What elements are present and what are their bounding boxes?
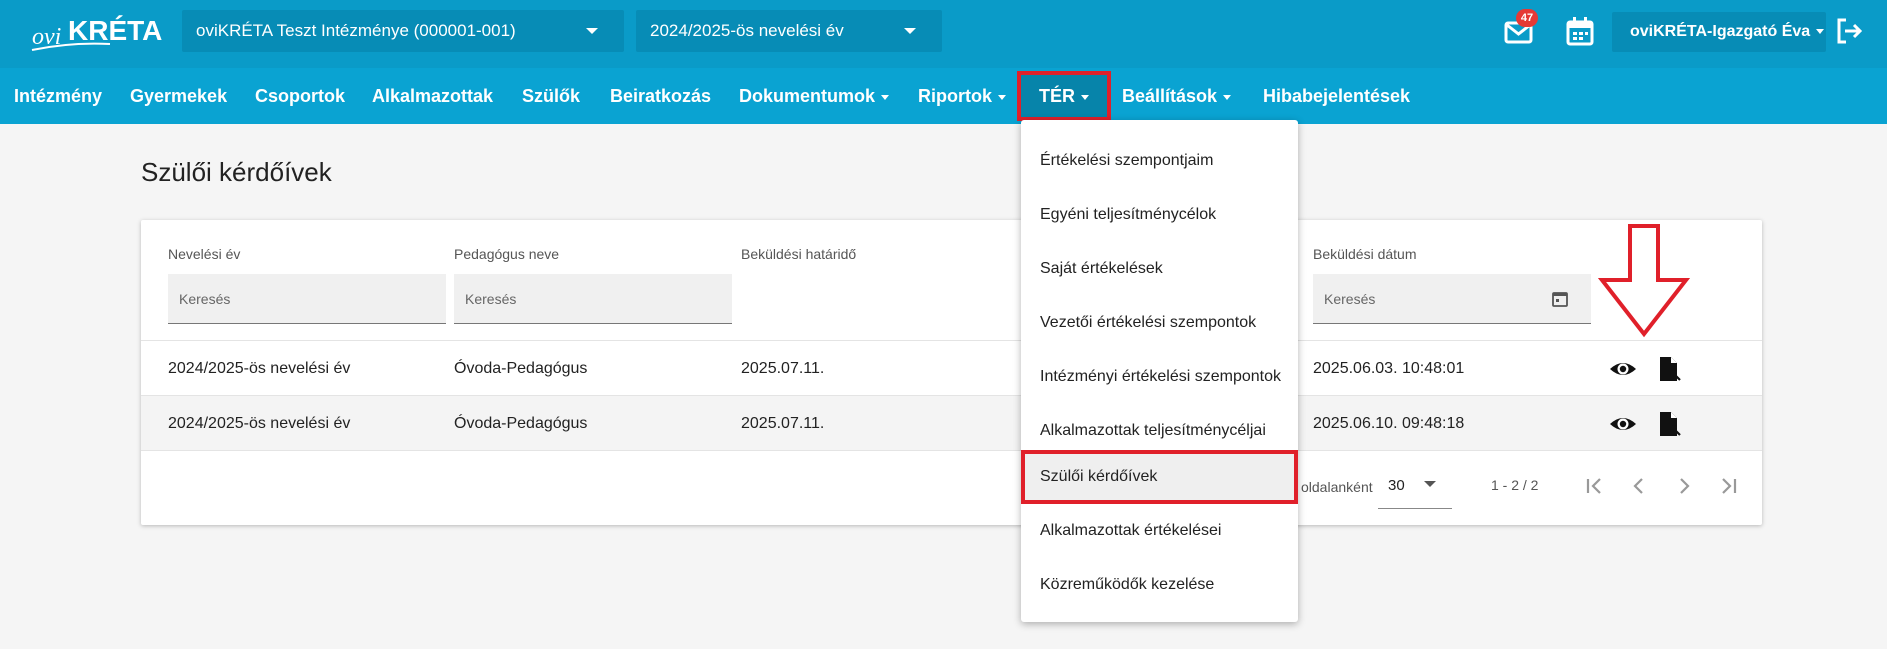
nav-beallitasok[interactable]: Beállítások (1122, 68, 1232, 124)
chevron-down-icon (881, 94, 890, 100)
cell-sent-date: 2025.06.03. 10:48:01 (1313, 360, 1465, 377)
file-export-icon[interactable] (1655, 355, 1683, 383)
nav-label: Beállítások (1122, 86, 1218, 106)
nav-label: Beiratkozás (610, 86, 712, 106)
last-page-icon[interactable] (1716, 473, 1742, 499)
nav-alkalmazottak[interactable]: Alkalmazottak (372, 68, 493, 124)
per-page-select[interactable]: 30 (1378, 459, 1452, 509)
cell-year: 2024/2025-ös nevelési év (168, 415, 351, 432)
nav-gyermekek[interactable]: Gyermekek (130, 68, 227, 124)
page-title: Szülői kérdőívek (141, 157, 332, 187)
svg-text:KRÉTA: KRÉTA (68, 15, 162, 46)
nav-csoportok[interactable]: Csoportok (255, 68, 345, 124)
nav-label: Riportok (918, 86, 992, 106)
eye-icon[interactable] (1609, 410, 1637, 438)
nav-ter[interactable]: TÉR (1017, 71, 1111, 121)
table-row[interactable]: 2024/2025-ös nevelési év Óvoda-Pedagógus… (141, 395, 1762, 450)
nav-hibabejelentesek[interactable]: Hibabejelentések (1263, 68, 1410, 124)
sent-date-search-input[interactable]: Keresés (1313, 274, 1591, 324)
column-header-sent-date: Beküldési dátum (1313, 246, 1417, 262)
nav-intezmeny[interactable]: Intézmény (14, 68, 102, 124)
page-range: 1 - 2 / 2 (1491, 477, 1539, 493)
logout-icon[interactable] (1834, 16, 1864, 46)
nav-label: TÉR (1039, 86, 1075, 106)
sent-date-search-placeholder: Keresés (1324, 291, 1376, 307)
cell-sent-date: 2025.06.10. 09:48:18 (1313, 415, 1465, 432)
cell-year: 2024/2025-ös nevelési év (168, 360, 351, 377)
per-page-value: 30 (1388, 477, 1405, 494)
user-menu[interactable]: oviKRÉTA-Igazgató Éva (1612, 12, 1826, 52)
school-year-select-value: 2024/2025-ös nevelési év (650, 21, 844, 40)
mail-count-badge: 47 (1516, 9, 1538, 27)
column-header-teacher: Pedagógus neve (454, 246, 560, 262)
menu-item-sajat-ertekelesek[interactable]: Saját értékelések (1021, 242, 1298, 296)
main-nav: Intézmény Gyermekek Csoportok Alkalmazot… (0, 68, 1887, 124)
cell-deadline: 2025.07.11. (741, 415, 825, 432)
nav-label: Alkalmazottak (372, 86, 494, 106)
survey-table-card: Nevelési év Pedagógus neve Beküldési hat… (141, 220, 1762, 525)
next-page-icon[interactable] (1671, 473, 1697, 499)
menu-item-ertekelesi-szempontjaim[interactable]: Értékelési szempontjaim (1021, 134, 1298, 188)
menu-item-intezmenyi-ertekelesi-szempontok[interactable]: Intézményi értékelési szempontok (1021, 350, 1298, 404)
user-name: oviKRÉTA-Igazgató Éva (1630, 23, 1811, 40)
nav-label: Hibabejelentések (1263, 86, 1411, 106)
nav-label: Intézmény (14, 86, 103, 106)
table-row[interactable]: 2024/2025-ös nevelési év Óvoda-Pedagógus… (141, 340, 1762, 395)
previous-page-icon[interactable] (1626, 473, 1652, 499)
chevron-down-icon (1424, 481, 1436, 487)
table-pagination: oldalanként 30 1 - 2 / 2 (141, 450, 1762, 525)
nav-beiratkozas[interactable]: Beiratkozás (610, 68, 711, 124)
column-header-year: Nevelési év (168, 246, 241, 262)
per-page-label: oldalanként (1301, 479, 1373, 495)
nav-label: Csoportok (255, 86, 345, 106)
year-search-input[interactable]: Keresés (168, 274, 446, 324)
menu-item-egyeni-teljesitmenycelok[interactable]: Egyéni teljesítménycélok (1021, 188, 1298, 242)
school-year-select[interactable]: 2024/2025-ös nevelési év (636, 10, 942, 52)
menu-item-kozremukodok-kezelese[interactable]: Közreműködők kezelése (1021, 558, 1298, 612)
file-export-icon[interactable] (1655, 410, 1683, 438)
nav-label: Dokumentumok (739, 86, 876, 106)
nav-riportok[interactable]: Riportok (918, 68, 1006, 124)
chevron-down-icon (998, 94, 1006, 100)
menu-item-alkalmazottak-ertekelesei[interactable]: Alkalmazottak értékelései (1021, 504, 1298, 558)
nav-szulok[interactable]: Szülők (522, 68, 580, 124)
first-page-icon[interactable] (1581, 473, 1607, 499)
teacher-search-input[interactable]: Keresés (454, 274, 732, 324)
chevron-down-icon (1816, 29, 1825, 35)
annotation-arrow-icon (1598, 224, 1690, 338)
chevron-down-icon (1081, 94, 1089, 100)
institution-select-value: oviKRÉTA Teszt Intézménye (000001-001) (196, 21, 516, 40)
chevron-down-icon (904, 28, 916, 34)
institution-select[interactable]: oviKRÉTA Teszt Intézménye (000001-001) (182, 10, 624, 52)
top-bar: ovi KRÉTA oviKRÉTA Teszt Intézménye (000… (0, 0, 1887, 68)
calendar-icon[interactable] (1564, 14, 1596, 48)
column-header-deadline: Beküldési határidő (741, 246, 857, 262)
chevron-down-icon (586, 28, 598, 34)
eye-icon[interactable] (1609, 355, 1637, 383)
calendar-icon[interactable] (1551, 290, 1569, 308)
nav-dokumentumok[interactable]: Dokumentumok (739, 68, 890, 124)
ovikreta-logo[interactable]: ovi KRÉTA (30, 14, 170, 54)
chevron-down-icon (1223, 94, 1232, 100)
nav-label: Gyermekek (130, 86, 228, 106)
cell-deadline: 2025.07.11. (741, 360, 825, 377)
ter-dropdown-menu: Értékelési szempontjaim Egyéni teljesítm… (1021, 120, 1298, 622)
nav-label: Szülők (522, 86, 581, 106)
menu-item-vezetoi-ertekelesi-szempontok[interactable]: Vezetői értékelési szempontok (1021, 296, 1298, 350)
cell-teacher: Óvoda-Pedagógus (454, 415, 588, 432)
menu-item-szuloi-kerdoivek[interactable]: Szülői kérdőívek (1021, 450, 1298, 504)
cell-teacher: Óvoda-Pedagógus (454, 360, 588, 377)
